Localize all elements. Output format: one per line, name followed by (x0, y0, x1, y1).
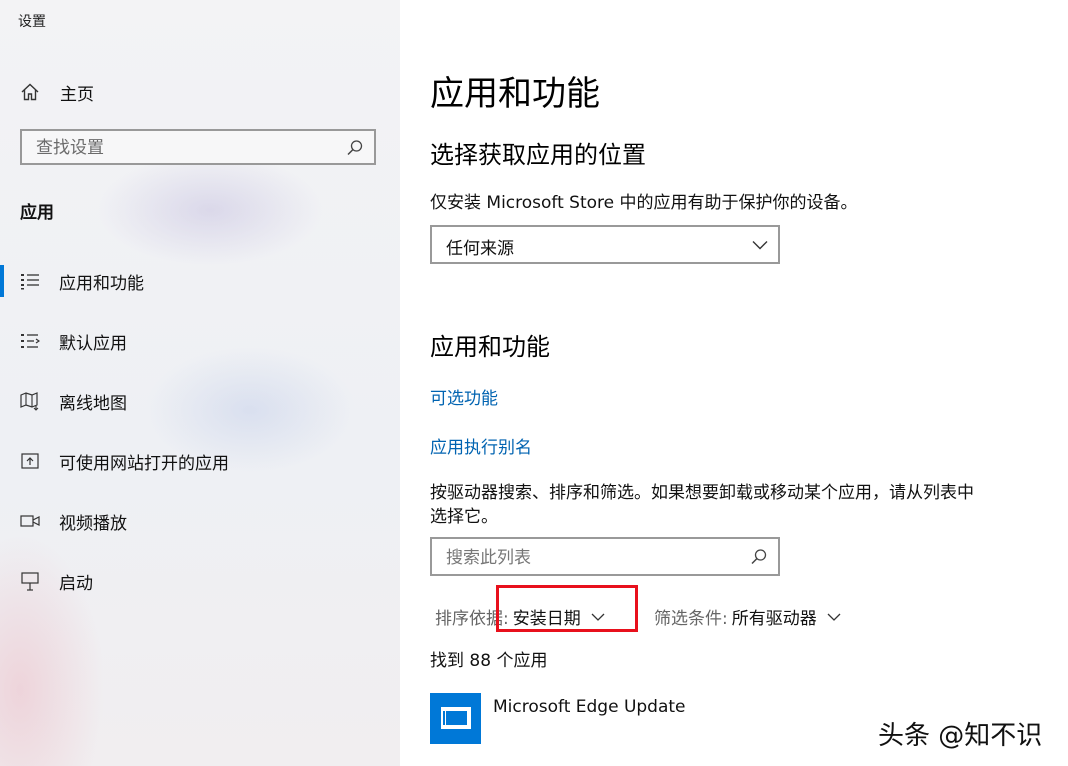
installer-icon (441, 707, 471, 729)
filter-value[interactable]: 所有驱动器 (732, 604, 817, 629)
filter-label: 筛选条件: (654, 609, 728, 629)
app-name: Microsoft Edge Update (493, 697, 686, 717)
startup-icon (21, 572, 39, 591)
sidebar-item-apps-for-websites[interactable]: 可使用网站打开的应用 (0, 441, 400, 481)
apps-description-line1: 按驱动器搜索、排序和筛选。如果想要卸载或移动某个应用，请从列表中 (430, 483, 974, 503)
chevron-down-icon[interactable] (827, 610, 841, 624)
main-content: 应用和功能 选择获取应用的位置 仅安装 Microsoft Store 中的应用… (400, 0, 1068, 766)
sidebar-item-label: 可使用网站打开的应用 (59, 453, 229, 474)
settings-search-input[interactable] (22, 131, 348, 165)
search-icon[interactable] (750, 548, 768, 566)
apps-list-icon (21, 274, 39, 290)
sidebar-item-label: 默认应用 (59, 333, 127, 354)
app-list-search-input[interactable] (432, 539, 748, 576)
sidebar-item-offline-maps[interactable]: 离线地图 (0, 381, 400, 421)
sort-highlight-box (496, 585, 638, 632)
sidebar-item-label: 离线地图 (59, 393, 127, 414)
settings-search[interactable] (20, 129, 376, 165)
window-title: 设置 (18, 14, 46, 30)
source-section-heading: 选择获取应用的位置 (430, 141, 646, 169)
apps-section-heading: 应用和功能 (430, 333, 550, 361)
apps-description-line2: 选择它。 (430, 507, 498, 527)
home-nav[interactable]: 主页 (20, 80, 94, 105)
sidebar-item-label: 应用和功能 (59, 273, 144, 294)
video-icon (20, 515, 40, 527)
chevron-down-icon (752, 241, 768, 250)
offline-map-icon (20, 392, 39, 411)
app-execution-aliases-link[interactable]: 应用执行别名 (430, 433, 532, 458)
dropdown-value: 任何来源 (446, 239, 514, 259)
home-label: 主页 (60, 84, 94, 105)
default-apps-icon (21, 334, 40, 348)
search-icon[interactable] (346, 139, 364, 157)
sidebar-section-title: 应用 (20, 203, 54, 223)
filter-by-control[interactable]: 筛选条件: 所有驱动器 (654, 604, 841, 629)
sidebar-item-video-playback[interactable]: 视频播放 (0, 501, 400, 541)
sidebar-item-label: 启动 (59, 573, 93, 594)
sidebar-item-apps-features[interactable]: 应用和功能 (0, 261, 400, 301)
watermark: 头条 @知不识 (878, 721, 1043, 751)
sidebar-item-label: 视频播放 (59, 513, 127, 534)
website-open-icon (21, 453, 39, 469)
app-source-dropdown[interactable]: 任何来源 (430, 225, 780, 264)
edge-update-app-icon (430, 693, 481, 744)
source-description: 仅安装 Microsoft Store 中的应用有助于保护你的设备。 (430, 193, 858, 213)
app-count: 找到 88 个应用 (430, 651, 548, 671)
page-title: 应用和功能 (430, 74, 600, 114)
sidebar-item-startup[interactable]: 启动 (0, 561, 400, 601)
home-icon (21, 83, 39, 101)
app-list-search[interactable] (430, 537, 780, 576)
optional-features-link[interactable]: 可选功能 (430, 384, 498, 409)
sidebar: 设置 主页 应用 应用和功能 默认 (0, 0, 400, 766)
sidebar-item-default-apps[interactable]: 默认应用 (0, 321, 400, 361)
